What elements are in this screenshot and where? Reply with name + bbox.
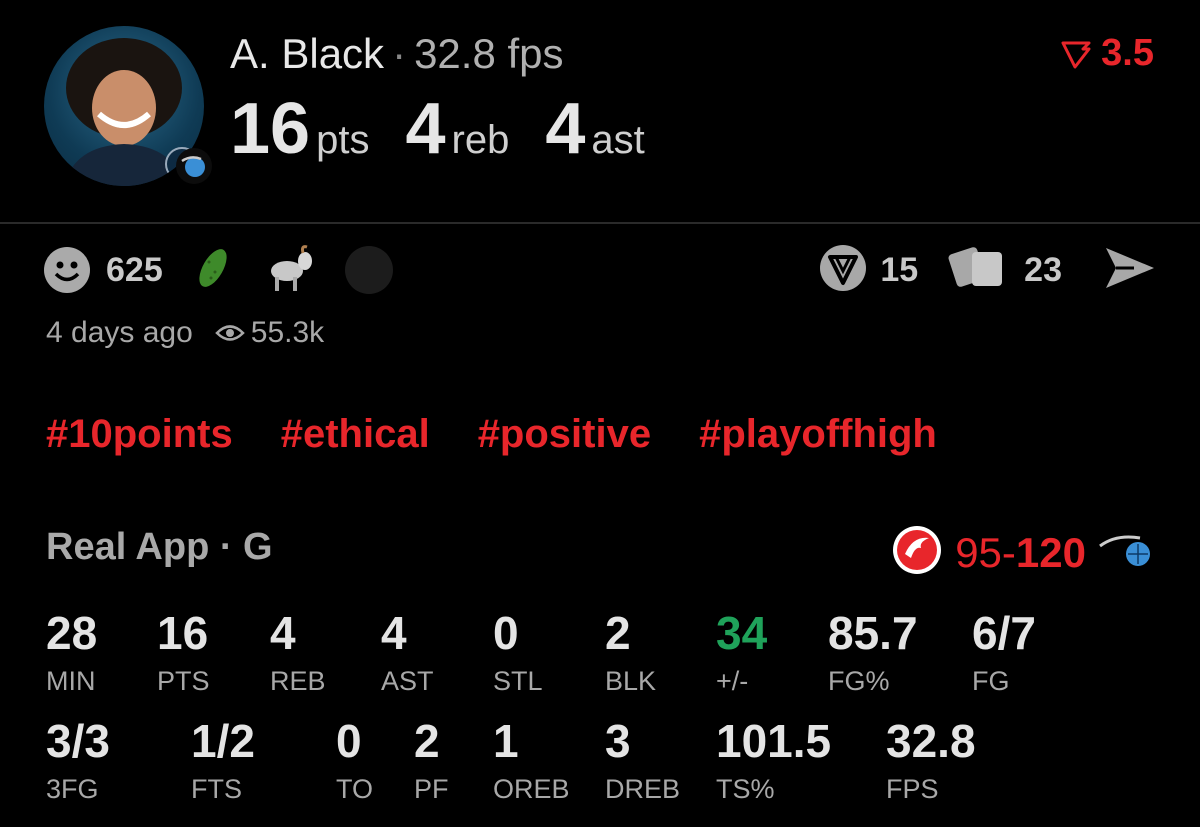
stat-label: PF <box>414 774 449 804</box>
stat-label: TO <box>336 774 374 804</box>
line-value: 3.5 <box>1101 32 1154 74</box>
rebounds-unit: reb <box>451 118 510 162</box>
meta-row: 4 days ago 55.3k <box>46 316 324 350</box>
stat-dreb: 3 DREB <box>605 718 680 805</box>
stat-label: FTS <box>191 774 242 804</box>
stat-value: 101.5 <box>716 715 832 767</box>
stat-value: 2 <box>605 607 631 659</box>
hashtag[interactable]: #positive <box>478 412 651 457</box>
stat-label: BLK <box>605 666 657 696</box>
stat-value: 32.8 <box>886 715 976 767</box>
actions-row: 15 23 <box>818 244 1156 297</box>
rebounds-value: 4 <box>405 89 446 169</box>
stat-ts-pct: 101.5 TS% <box>716 718 831 805</box>
stat-label: FG% <box>828 666 890 696</box>
team-logo-icon <box>176 148 212 184</box>
hashtag[interactable]: #10points <box>46 412 233 457</box>
smiley-icon[interactable] <box>44 247 90 293</box>
stat-value: 2 <box>414 715 440 767</box>
stat-plus-minus: 34 +/- <box>716 610 767 697</box>
stat-3fg: 3/3 3FG <box>46 718 110 805</box>
reaction-count: 625 <box>106 250 163 289</box>
player-statline: 16 pts 4 reb 4 ast <box>230 88 681 170</box>
view-count: 55.3k <box>250 316 325 349</box>
stat-oreb: 1 OREB <box>493 718 570 805</box>
line-down-icon <box>1061 41 1091 68</box>
hashtag[interactable]: #ethical <box>281 412 430 457</box>
stat-fts: 1/2 FTS <box>191 718 255 805</box>
player-name[interactable]: A. Black <box>230 30 384 77</box>
stat-label: FG <box>972 666 1010 696</box>
stat-stl: 0 STL <box>493 610 543 697</box>
game-source: Real App · G <box>46 526 273 568</box>
header-divider <box>0 222 1200 224</box>
stat-value: 85.7 <box>828 607 918 659</box>
shield-v-icon[interactable] <box>818 243 868 298</box>
stat-min: 28 MIN <box>46 610 97 697</box>
stat-label: AST <box>381 666 434 696</box>
stat-value: 4 <box>381 607 407 659</box>
score-right: 120 <box>1015 528 1086 576</box>
send-icon[interactable] <box>1104 246 1156 295</box>
stat-reb: 4 REB <box>270 610 326 697</box>
views: 55.3k <box>215 316 324 350</box>
stat-value: 3/3 <box>46 715 110 767</box>
hashtag[interactable]: #playoffhigh <box>699 412 937 457</box>
goat-icon[interactable] <box>263 243 315 298</box>
reactions-row: 625 <box>44 244 393 297</box>
stat-fg: 6/7 FG <box>972 610 1036 697</box>
separator-dot: · <box>392 30 407 77</box>
stat-pts: 16 PTS <box>157 610 210 697</box>
stat-value: 6/7 <box>972 607 1036 659</box>
fantasy-points: 32.8 fps <box>414 30 564 77</box>
stat-blk: 2 BLK <box>605 610 656 697</box>
stat-value: 3 <box>605 715 631 767</box>
assists-unit: ast <box>591 118 645 162</box>
stat-label: STL <box>493 666 543 696</box>
stat-fg-pct: 85.7 FG% <box>828 610 918 697</box>
stat-label: +/- <box>716 666 749 696</box>
points-value: 16 <box>230 89 311 169</box>
stat-ast: 4 AST <box>381 610 434 697</box>
stat-label: 3FG <box>46 774 99 804</box>
stat-label: OREB <box>493 774 570 804</box>
stat-value: 1/2 <box>191 715 255 767</box>
stat-pf: 2 PF <box>414 718 449 805</box>
stat-value: 28 <box>46 607 98 659</box>
hashtags: #10points #ethical #positive #playoffhig… <box>46 412 937 457</box>
line-badge[interactable]: 3.5 <box>1061 32 1154 75</box>
stat-value: 34 <box>716 607 768 659</box>
game-score[interactable]: 95-120 <box>891 524 1154 581</box>
stat-label: PTS <box>157 666 210 696</box>
stat-label: TS% <box>716 774 775 804</box>
eye-icon <box>215 325 245 341</box>
pickle-icon[interactable] <box>193 244 233 297</box>
stat-value: 0 <box>336 715 362 767</box>
stat-label: REB <box>270 666 326 696</box>
magic-logo-icon <box>1098 532 1154 573</box>
stat-label: MIN <box>46 666 96 696</box>
score-text: 95-120 <box>955 529 1086 577</box>
time-ago: 4 days ago <box>46 316 193 349</box>
stat-value: 1 <box>493 715 519 767</box>
assists-value: 4 <box>545 89 586 169</box>
bet-count: 15 <box>880 250 919 289</box>
stat-label: FPS <box>886 774 939 804</box>
dark-circle-icon[interactable] <box>344 246 393 294</box>
stat-label: DREB <box>605 774 681 804</box>
cards-count: 23 <box>1024 250 1062 289</box>
player-name-row: A. Black · 32.8 fps <box>230 30 564 78</box>
stat-fps: 32.8 FPS <box>886 718 976 805</box>
points-unit: pts <box>316 118 370 162</box>
stat-value: 0 <box>493 607 519 659</box>
score-left: 95 <box>955 528 1002 576</box>
stat-value: 16 <box>157 607 209 659</box>
cards-icon[interactable] <box>948 244 1012 297</box>
hawks-logo-icon <box>891 524 943 581</box>
stat-value: 4 <box>270 607 296 659</box>
score-separator: - <box>1001 528 1016 576</box>
stat-to: 0 TO <box>336 718 373 805</box>
